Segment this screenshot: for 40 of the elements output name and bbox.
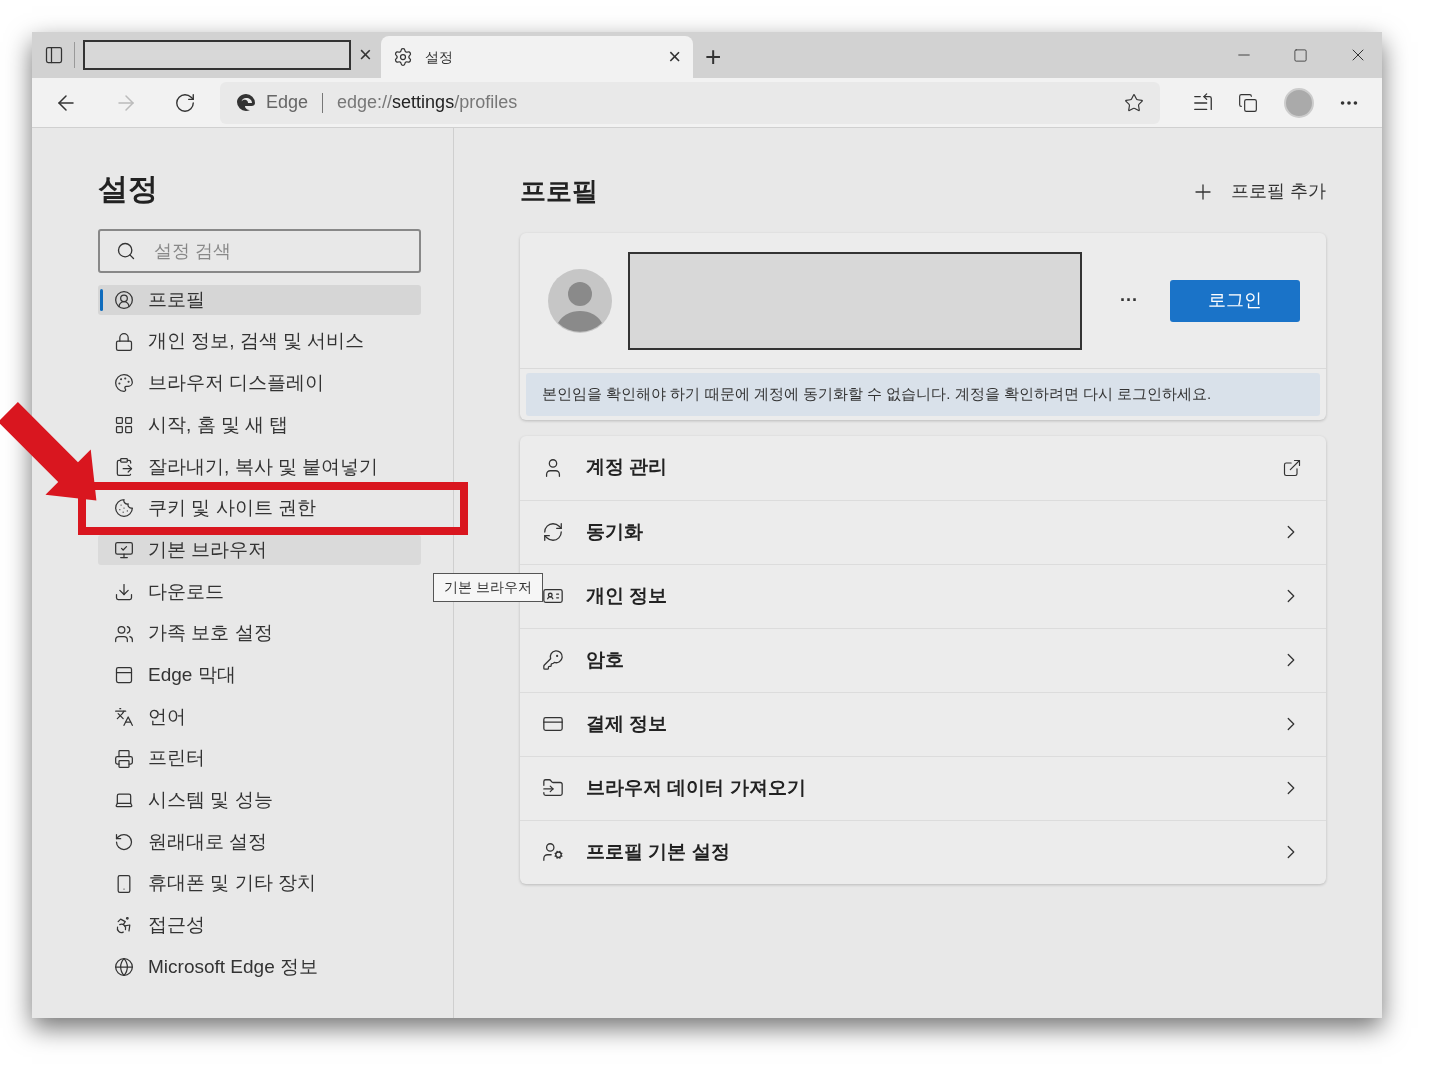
sidebar-item[interactable]: 기본 브라우저 bbox=[98, 535, 421, 566]
close-tab-button[interactable]: × bbox=[668, 46, 681, 68]
sidebar-item[interactable]: 개인 정보, 검색 및 서비스 bbox=[98, 326, 421, 357]
sidebar-item[interactable]: 언어 bbox=[98, 701, 421, 732]
settings-row[interactable]: 동기화 bbox=[520, 499, 1326, 564]
sidebar-item[interactable]: 가족 보호 설정 bbox=[98, 618, 421, 649]
tooltip: 기본 브라우저 bbox=[433, 573, 543, 602]
browser-tab[interactable]: × bbox=[81, 34, 381, 76]
settings-row[interactable]: 결제 정보 bbox=[520, 691, 1326, 756]
sidebar-item[interactable]: 브라우저 디스플레이 bbox=[98, 368, 421, 399]
sidebar-item[interactable]: 원래대로 설정 bbox=[98, 826, 421, 857]
sidebar-item[interactable]: 휴대폰 및 기타 장치 bbox=[98, 868, 421, 899]
sidebar-item[interactable]: Edge 막대 bbox=[98, 660, 421, 691]
url-text: edge://settings/profiles bbox=[337, 91, 518, 114]
address-bar[interactable]: Edge edge://settings/profiles bbox=[220, 81, 1160, 124]
login-button[interactable]: 로그인 bbox=[1170, 279, 1300, 322]
tab-title: 설정 bbox=[425, 47, 454, 67]
sidebar-item[interactable]: 잘라내기, 복사 및 붙여넣기 bbox=[98, 451, 421, 482]
settings-row[interactable]: 프로필 기본 설정 bbox=[520, 819, 1326, 884]
settings-title: 설정 bbox=[98, 171, 159, 207]
new-tab-button[interactable]: + bbox=[693, 36, 734, 78]
browser-tab[interactable]: 설정 × bbox=[381, 36, 693, 78]
settings-row[interactable]: 암호 bbox=[520, 627, 1326, 692]
close-tab-button[interactable]: × bbox=[359, 44, 372, 66]
sidebar-item[interactable]: 프린터 bbox=[98, 743, 421, 774]
sidebar-item[interactable]: 접근성 bbox=[98, 910, 421, 941]
more-options-button[interactable]: ··· bbox=[1120, 287, 1138, 314]
sidebar-item[interactable]: 쿠키 및 사이트 권한 bbox=[98, 493, 421, 524]
site-label: Edge bbox=[266, 91, 309, 114]
sidebar-item[interactable]: Microsoft Edge 정보 bbox=[98, 952, 421, 982]
search-field[interactable]: 설정 검색 bbox=[98, 229, 421, 273]
sidebar-item[interactable]: 프로필 bbox=[98, 285, 421, 315]
settings-row[interactable]: 브라우저 데이터 가져오기 bbox=[520, 755, 1326, 820]
sync-notice: 본인임을 확인해야 하기 때문에 계정에 동기화할 수 없습니다. 계정을 확인하려면 다시 로그인하세요. bbox=[526, 373, 1320, 416]
add-profile-button[interactable]: 프로필 추가 bbox=[1191, 178, 1326, 205]
sidebar-item[interactable]: 시작, 홈 및 새 탭 bbox=[98, 410, 421, 441]
sidebar-item[interactable]: 다운로드 bbox=[98, 576, 421, 607]
sidebar-item[interactable]: 시스템 및 성능 bbox=[98, 785, 421, 816]
settings-row[interactable]: 계정 관리 bbox=[520, 435, 1326, 500]
page-title: 프로필 bbox=[520, 175, 598, 208]
